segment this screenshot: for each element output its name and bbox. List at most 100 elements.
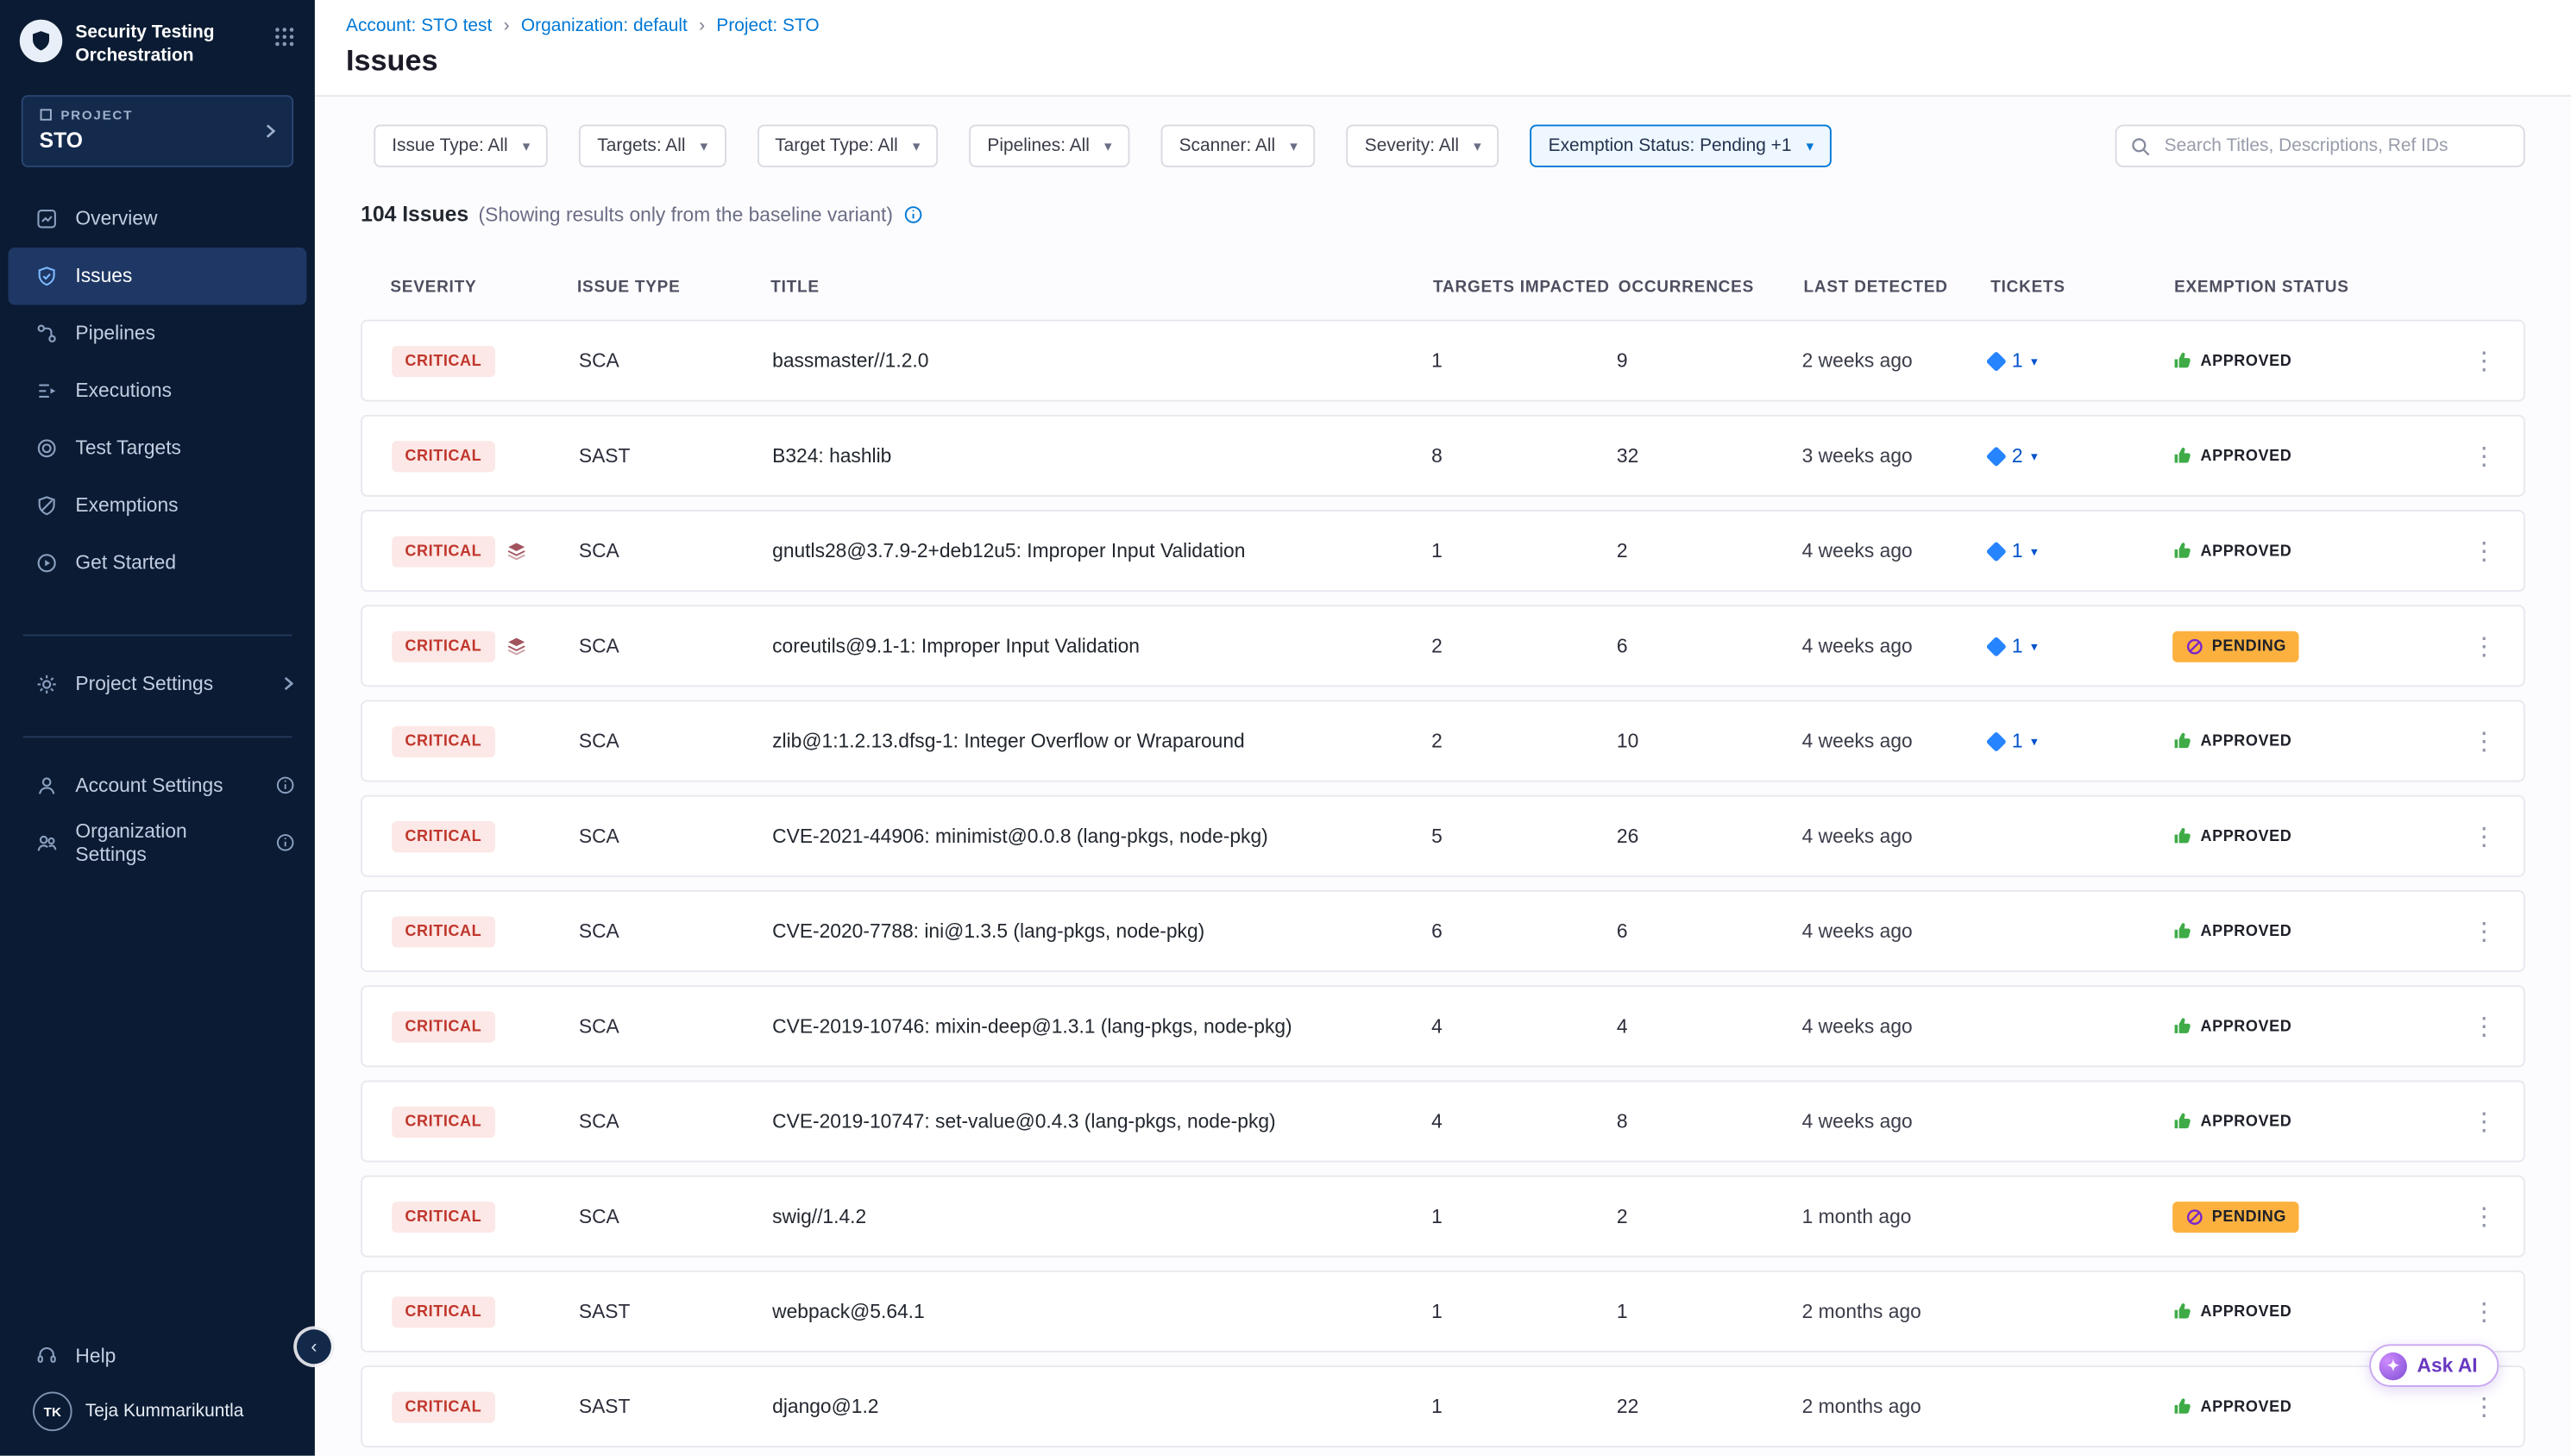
chevron-down-icon: ▾ (2031, 543, 2038, 558)
breadcrumb-link-1[interactable]: Organization: default (521, 16, 688, 36)
row-menu-button[interactable]: ⋮ (2461, 1392, 2507, 1421)
pending-icon (2185, 1208, 2203, 1226)
severity-badge: CRITICAL (392, 345, 494, 376)
column-header-issue-type: ISSUE TYPE (577, 278, 770, 296)
table-row[interactable]: CRITICAL SCA CVE-2021-44906: minimist@0.… (361, 795, 2525, 877)
last-detected: 1 month ago (1802, 1205, 1990, 1228)
table-row[interactable]: CRITICAL SCA CVE-2019-10747: set-value@0… (361, 1080, 2525, 1162)
column-header-last-detected: LAST DETECTED (1804, 278, 1991, 296)
issue-type: SCA (579, 1014, 772, 1038)
ticket-link[interactable]: 1 ▾ (1989, 539, 2172, 562)
sidebar-item-pipelines[interactable]: Pipelines (0, 304, 315, 362)
search-input[interactable] (2161, 135, 2511, 158)
filter-scanner[interactable]: Scanner: All ▾ (1161, 124, 1316, 166)
row-menu-button[interactable]: ⋮ (2461, 1296, 2507, 1326)
table-row[interactable]: CRITICAL SCA CVE-2019-10746: mixin-deep@… (361, 985, 2525, 1067)
table-row[interactable]: CRITICAL SCA gnutls28@3.7.9-2+deb12u5: I… (361, 510, 2525, 592)
ticket-link[interactable]: 1 ▾ (1989, 730, 2172, 753)
jira-icon (1986, 540, 2007, 561)
row-menu-button[interactable]: ⋮ (2461, 536, 2507, 565)
targets-impacted: 4 (1431, 1110, 1617, 1133)
filter-targets[interactable]: Targets: All ▾ (579, 124, 726, 166)
table-row[interactable]: CRITICAL SCA CVE-2020-7788: ini@1.3.5 (l… (361, 890, 2525, 972)
filter-severity[interactable]: Severity: All ▾ (1347, 124, 1499, 166)
ticket-link[interactable]: 1 ▾ (1989, 349, 2172, 373)
user-profile[interactable]: TK Teja Kummarikuntla (0, 1384, 315, 1440)
sidebar-header: Security Testing Orchestration (0, 0, 315, 68)
table-row[interactable]: CRITICAL SCA bassmaster//1.2.0 1 9 2 wee… (361, 320, 2525, 402)
user-name: Teja Kummarikuntla (85, 1402, 244, 1421)
approved-icon (2172, 1112, 2192, 1132)
row-menu-button[interactable]: ⋮ (2461, 821, 2507, 850)
table-row[interactable]: CRITICAL SCA swig//1.4.2 1 2 1 month ago… (361, 1176, 2525, 1258)
issue-title: zlib@1:1.2.13.dfsg-1: Integer Overflow o… (772, 730, 1431, 753)
module-grid-icon[interactable] (273, 20, 295, 56)
severity-badge: CRITICAL (392, 440, 494, 471)
grouped-occurrences-icon (506, 541, 526, 561)
row-menu-button[interactable]: ⋮ (2461, 1107, 2507, 1136)
issue-title: CVE-2019-10747: set-value@0.4.3 (lang-pk… (772, 1110, 1431, 1133)
issue-type: SAST (579, 1300, 772, 1323)
sidebar-item-overview[interactable]: Overview (0, 190, 315, 248)
targets-impacted: 1 (1431, 539, 1617, 562)
issue-type: SCA (579, 1110, 772, 1133)
project-selector[interactable]: PROJECT STO (22, 94, 293, 166)
ticket-link[interactable]: 2 ▾ (1989, 444, 2172, 468)
row-menu-button[interactable]: ⋮ (2461, 631, 2507, 661)
filter-issue-type[interactable]: Issue Type: All ▾ (374, 124, 548, 166)
table-row[interactable]: CRITICAL SAST django@1.2 1 22 2 months a… (361, 1365, 2525, 1447)
issue-type: SCA (579, 919, 772, 943)
issues-table: SEVERITYISSUE TYPETITLETARGETS IMPACTEDO… (361, 275, 2525, 1447)
overview-icon (36, 206, 60, 229)
harness-logo-icon[interactable] (20, 20, 62, 62)
breadcrumb-link-0[interactable]: Account: STO test (346, 16, 492, 36)
issue-title: django@1.2 (772, 1395, 1431, 1418)
filters-row: Issue Type: All ▾ Targets: All ▾ Target … (374, 124, 2524, 166)
approved-icon (2172, 1016, 2192, 1036)
breadcrumb-link-2[interactable]: Project: STO (716, 16, 819, 36)
occurrences: 22 (1617, 1395, 1802, 1418)
sidebar-item-executions[interactable]: Executions (0, 361, 315, 419)
targets-impacted: 6 (1431, 919, 1617, 943)
filter-target-type[interactable]: Target Type: All ▾ (757, 124, 938, 166)
sidebar-item-get-started[interactable]: Get Started (0, 534, 315, 592)
row-menu-button[interactable]: ⋮ (2461, 916, 2507, 945)
severity-badge: CRITICAL (392, 725, 494, 756)
sidebar-item-project-settings[interactable]: Project Settings (0, 655, 315, 712)
sidebar-nav: Overview Issues Pipelines Executions Tes… (0, 190, 315, 592)
sidebar-item-exemptions[interactable]: Exemptions (0, 476, 315, 534)
jira-icon (1986, 636, 2007, 656)
sidebar-item-organization-settings[interactable]: Organization Settings (0, 814, 315, 872)
sidebar-item-issues[interactable]: Issues (9, 247, 307, 304)
ticket-link[interactable]: 1 ▾ (1989, 634, 2172, 657)
table-row[interactable]: CRITICAL SCA zlib@1:1.2.13.dfsg-1: Integ… (361, 700, 2525, 782)
last-detected: 4 weeks ago (1802, 1014, 1990, 1038)
row-menu-button[interactable]: ⋮ (2461, 1012, 2507, 1041)
sidebar-item-account-settings[interactable]: Account Settings (0, 756, 315, 814)
sidebar-item-test-targets[interactable]: Test Targets (0, 419, 315, 477)
row-menu-button[interactable]: ⋮ (2461, 1202, 2507, 1231)
row-menu-button[interactable]: ⋮ (2461, 441, 2507, 470)
sidebar-item-help[interactable]: Help (0, 1327, 315, 1384)
ask-ai-button[interactable]: ✦ Ask AI (2369, 1344, 2499, 1386)
chevron-down-icon: ▾ (1807, 137, 1814, 155)
sidebar-collapse-button[interactable]: ‹ (297, 1329, 331, 1364)
baseline-note: (Showing results only from the baseline … (479, 203, 893, 226)
table-row[interactable]: CRITICAL SAST webpack@5.64.1 1 1 2 month… (361, 1271, 2525, 1352)
pipelines-icon (36, 321, 60, 344)
filter-pipelines[interactable]: Pipelines: All ▾ (969, 124, 1129, 166)
approved-icon (2172, 731, 2192, 751)
table-row[interactable]: CRITICAL SAST B324: hashlib 8 32 3 weeks… (361, 415, 2525, 497)
row-menu-button[interactable]: ⋮ (2461, 726, 2507, 756)
summary-row: 104 Issues (Showing results only from th… (361, 202, 2525, 227)
search-box[interactable] (2115, 124, 2525, 166)
occurrences: 1 (1617, 1300, 1802, 1323)
chevron-down-icon: ▾ (523, 137, 531, 155)
filter-exemption-status[interactable]: Exemption Status: Pending +1 ▾ (1531, 124, 1832, 166)
occurrences: 2 (1617, 1205, 1802, 1228)
info-icon[interactable] (902, 204, 922, 224)
table-row[interactable]: CRITICAL SCA coreutils@9.1-1: Improper I… (361, 605, 2525, 687)
chevron-down-icon: ▾ (1104, 137, 1112, 155)
last-detected: 4 weeks ago (1802, 539, 1990, 562)
row-menu-button[interactable]: ⋮ (2461, 346, 2507, 375)
